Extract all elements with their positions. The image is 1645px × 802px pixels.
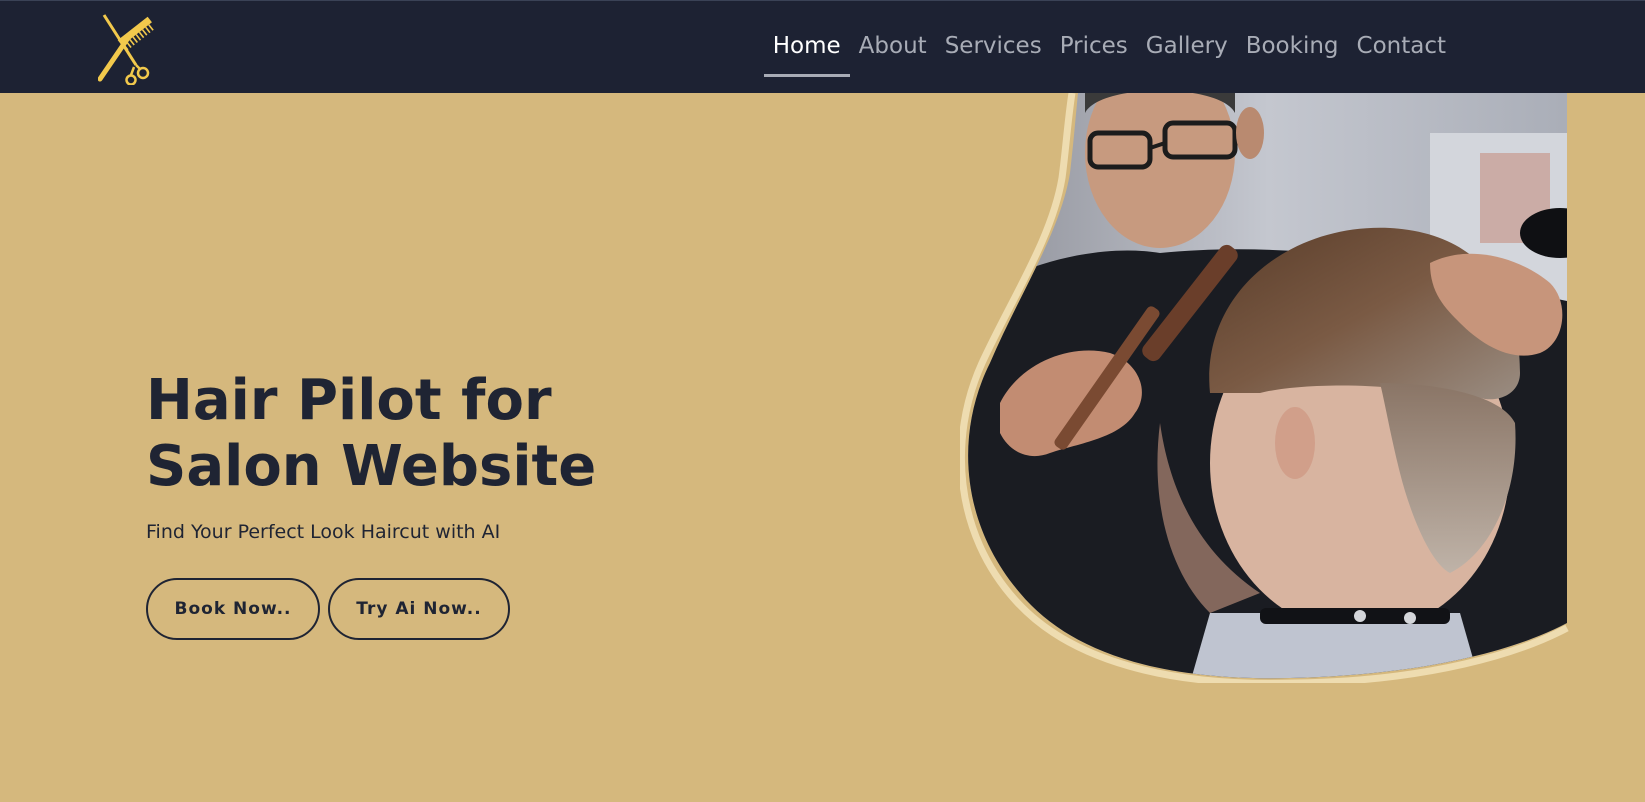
nav-services[interactable]: Services xyxy=(936,1,1051,94)
navbar: Home About Services Prices Gallery Booki… xyxy=(0,0,1645,93)
nav-about[interactable]: About xyxy=(850,1,936,94)
nav-home[interactable]: Home xyxy=(763,1,850,94)
hero-subtitle: Find Your Perfect Look Haircut with AI xyxy=(146,521,501,543)
nav-prices[interactable]: Prices xyxy=(1051,1,1137,94)
nav-booking[interactable]: Booking xyxy=(1237,1,1348,94)
main-nav: Home About Services Prices Gallery Booki… xyxy=(763,1,1455,94)
barber-haircut-photo xyxy=(957,92,1577,687)
nav-gallery[interactable]: Gallery xyxy=(1137,1,1237,94)
scissors-comb-logo-icon[interactable] xyxy=(97,13,156,86)
try-ai-button[interactable]: Try Ai Now.. xyxy=(328,578,510,640)
book-now-button[interactable]: Book Now.. xyxy=(146,578,320,640)
nav-contact[interactable]: Contact xyxy=(1348,1,1455,94)
hero-title: Hair Pilot for Salon Website xyxy=(146,368,597,499)
